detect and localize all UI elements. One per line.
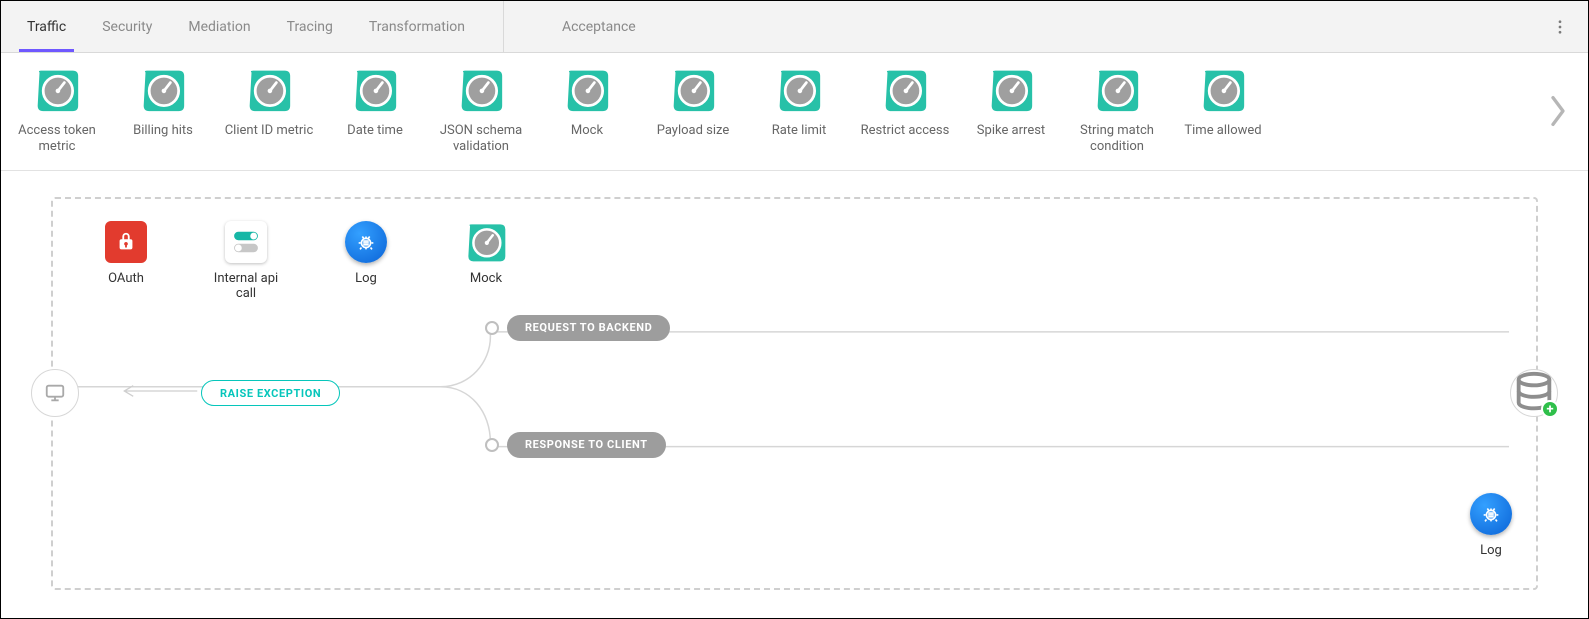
policy-internal-api-call[interactable]: Internal api call [207, 221, 285, 301]
policy-log[interactable]: Log [327, 221, 405, 301]
gauge-icon [776, 67, 822, 113]
palette-item-label: Spike arrest [977, 123, 1045, 139]
flow-canvas[interactable]: RAISE EXCEPTION REQUEST TO BACKEND RESPO… [1, 171, 1588, 616]
palette-item-client-id-metric[interactable]: Client ID metric [221, 67, 317, 139]
palette-item-billing-hits[interactable]: Billing hits [115, 67, 211, 139]
policy-label: OAuth [108, 271, 144, 286]
tab-security[interactable]: Security [84, 1, 170, 52]
request-to-backend-pill[interactable]: REQUEST TO BACKEND [507, 315, 670, 341]
oauth-icon [105, 221, 147, 263]
palette-item-label: Billing hits [133, 123, 193, 139]
tab-label: Transformation [369, 19, 465, 35]
request-dot [485, 321, 499, 335]
tab-label: Traffic [27, 19, 66, 35]
palette-item-restrict-access[interactable]: Restrict access [857, 67, 953, 139]
tab-bar: Traffic Security Mediation Tracing Trans… [1, 1, 1588, 53]
palette-item-time-allowed[interactable]: Time allowed [1175, 67, 1271, 139]
gauge-icon [564, 67, 610, 113]
tab-acceptance[interactable]: Acceptance [544, 1, 654, 52]
policy-label: Mock [470, 271, 502, 286]
gauge-icon [246, 67, 292, 113]
palette-item-label: Date time [347, 123, 403, 139]
gauge-icon [1200, 67, 1246, 113]
tab-label: Tracing [287, 19, 333, 35]
policy-log-response[interactable]: Log [1470, 493, 1512, 558]
gauge-icon [670, 67, 716, 113]
more-menu-button[interactable] [1540, 1, 1580, 52]
gauge-icon [140, 67, 186, 113]
palette-item-date-time[interactable]: Date time [327, 67, 423, 139]
palette-item-label: Time allowed [1184, 123, 1261, 139]
tab-label: Security [102, 19, 152, 35]
tab-traffic[interactable]: Traffic [9, 1, 84, 52]
palette-item-label: Access token metric [9, 123, 105, 156]
gauge-icon [465, 221, 507, 263]
palette-item-label: Rate limit [772, 123, 827, 139]
monitor-icon [43, 382, 67, 404]
palette-item-payload-size[interactable]: Payload size [645, 67, 741, 139]
palette-item-access-token-metric[interactable]: Access token metric [9, 67, 105, 156]
palette-item-spike-arrest[interactable]: Spike arrest [963, 67, 1059, 139]
plus-icon: + [1541, 400, 1559, 418]
palette-next-button[interactable] [1540, 89, 1576, 133]
arrow-left-icon [119, 383, 199, 399]
bug-icon [345, 221, 387, 263]
gauge-icon [988, 67, 1034, 113]
palette-item-rate-limit[interactable]: Rate limit [751, 67, 847, 139]
gauge-icon [1094, 67, 1140, 113]
pill-label: REQUEST TO BACKEND [525, 321, 652, 334]
palette-item-mock[interactable]: Mock [539, 67, 635, 139]
palette-item-label: JSON schema validation [433, 123, 529, 156]
palette-item-json-schema-validation[interactable]: JSON schema validation [433, 67, 529, 156]
toggle-icon [225, 221, 267, 263]
tab-group-secondary: Acceptance [503, 1, 654, 52]
raise-exception-pill[interactable]: RAISE EXCEPTION [201, 380, 340, 406]
chevron-right-icon [1548, 94, 1568, 128]
palette-item-string-match-condition[interactable]: String match condition [1069, 67, 1165, 156]
gauge-icon [34, 67, 80, 113]
tab-label: Acceptance [562, 19, 636, 35]
policy-oauth[interactable]: OAuth [87, 221, 165, 301]
policy-label: Log [1480, 543, 1502, 558]
policy-label: Log [355, 271, 377, 286]
pill-label: RESPONSE TO CLIENT [525, 438, 648, 451]
policy-palette: Access token metric Billing hits Client … [1, 53, 1588, 171]
gauge-icon [352, 67, 398, 113]
bug-icon [1470, 493, 1512, 535]
response-to-client-pill[interactable]: RESPONSE TO CLIENT [507, 432, 666, 458]
raise-exception-arrow [119, 383, 199, 403]
client-endpoint[interactable] [31, 369, 79, 417]
gauge-icon [882, 67, 928, 113]
tab-group-primary: Traffic Security Mediation Tracing Trans… [9, 1, 483, 52]
palette-item-label: Restrict access [861, 123, 950, 139]
tab-mediation[interactable]: Mediation [170, 1, 268, 52]
request-policies: OAuth Internal api call Log Mock [87, 221, 525, 301]
palette-item-label: String match condition [1069, 123, 1165, 156]
pill-label: RAISE EXCEPTION [220, 387, 321, 400]
palette-item-label: Payload size [657, 123, 730, 139]
palette-item-label: Mock [571, 123, 603, 139]
tab-tracing[interactable]: Tracing [269, 1, 351, 52]
tab-label: Mediation [188, 19, 250, 35]
response-dot [485, 438, 499, 452]
policy-label: Internal api call [207, 271, 285, 301]
add-backend-button[interactable]: + [1510, 369, 1558, 417]
policy-mock[interactable]: Mock [447, 221, 525, 301]
gauge-icon [458, 67, 504, 113]
palette-item-label: Client ID metric [225, 123, 314, 139]
more-vertical-icon [1551, 18, 1569, 36]
tab-transformation[interactable]: Transformation [351, 1, 483, 52]
